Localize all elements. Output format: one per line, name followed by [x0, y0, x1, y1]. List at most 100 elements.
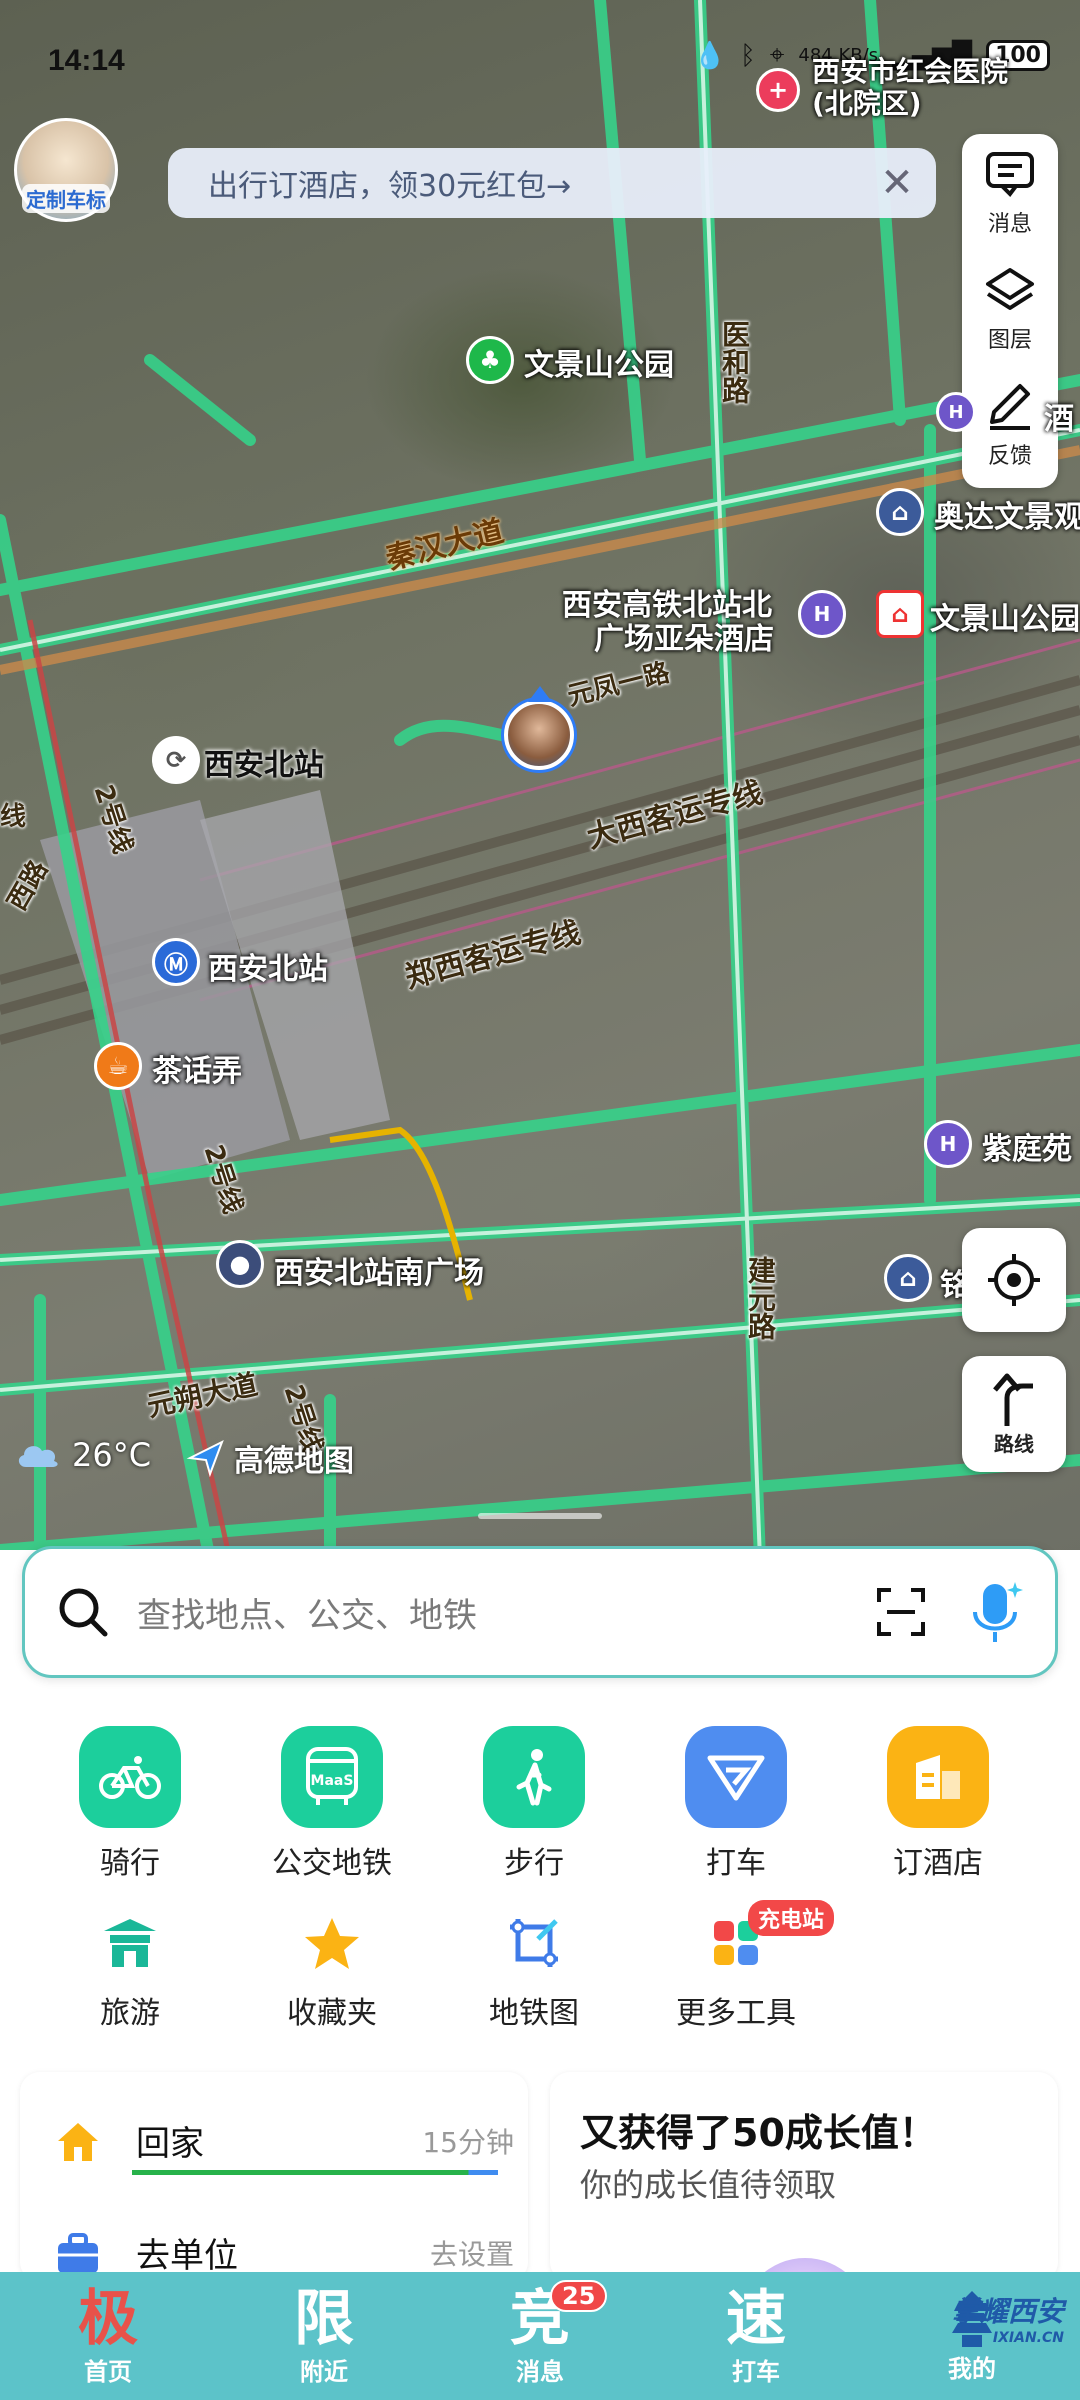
quick-action-bus[interactable]: MaaS 公交地铁	[232, 1726, 432, 1882]
quick-action-taxi[interactable]: 打车	[636, 1726, 836, 1882]
commute-card: 回家 15分钟 去单位 去设置	[20, 2072, 528, 2282]
layers-button[interactable]: 图层	[962, 250, 1058, 366]
poi-hotel-line2[interactable]: 广场亚朵酒店	[594, 614, 774, 658]
tab-taxi[interactable]: 速 打车	[648, 2272, 864, 2400]
custom-car-avatar[interactable]: 定制车标	[14, 118, 118, 222]
commute-home-traffic-bar	[132, 2170, 498, 2175]
commute-home-time: 15分钟	[422, 2125, 514, 2159]
cafe-icon[interactable]: ☕	[94, 1042, 142, 1090]
taxi-icon	[685, 1726, 787, 1828]
quick-label-bike: 骑行	[100, 1846, 160, 1881]
poi-station-metro[interactable]: 西安北站	[208, 944, 328, 988]
train-station-icon[interactable]: ⟳	[152, 736, 200, 784]
tool-favorites[interactable]: 收藏夹	[232, 1908, 432, 2032]
hotel-icon	[887, 1726, 989, 1828]
messages-button[interactable]: 消息	[962, 134, 1058, 250]
tab-messages[interactable]: 竞 消息 25	[432, 2272, 648, 2400]
road-jianyuan: 建元路	[744, 1256, 777, 1340]
map-view[interactable]: 14:14 💧 ᛒ ⌖ 484 KB/s ▂▄▆█ 100 定制车标 出行订酒店…	[0, 0, 1080, 1560]
quick-action-hotel[interactable]: 订酒店	[838, 1726, 1038, 1882]
community-icon[interactable]: ⌂	[876, 488, 924, 536]
hotel-icon[interactable]: H	[798, 590, 846, 638]
walk-icon	[483, 1726, 585, 1828]
park-icon[interactable]: ♣	[466, 336, 514, 384]
hotel-icon[interactable]: H	[936, 392, 976, 432]
tab-nearby[interactable]: 限 附近	[216, 2272, 432, 2400]
svg-text:MaaS: MaaS	[311, 1773, 354, 1789]
tab-mine-label: 我的	[948, 2354, 996, 2383]
voice-microphone-icon[interactable]	[969, 1578, 1025, 1646]
bus-icon: MaaS	[281, 1726, 383, 1828]
poi-tea[interactable]: 茶话弄	[152, 1046, 242, 1090]
commute-work-label: 去单位	[136, 2236, 238, 2276]
tab-home[interactable]: 极 首页	[0, 2272, 216, 2400]
layers-icon	[986, 268, 1034, 310]
poi-jiu[interactable]: 酒	[1044, 394, 1074, 438]
tool-more[interactable]: 充电站 更多工具	[636, 1900, 836, 2032]
poi-park-right[interactable]: 文景山公园	[930, 594, 1080, 638]
tool-label-favorites: 收藏夹	[287, 1996, 377, 2031]
tool-label-more: 更多工具	[676, 1996, 796, 2031]
status-time: 14:14	[48, 44, 125, 77]
close-icon[interactable]: ✕	[874, 160, 920, 206]
poi-south-square[interactable]: 西安北站南广场	[274, 1248, 484, 1292]
commute-home-row[interactable]: 回家 15分钟	[54, 2116, 514, 2165]
community-icon[interactable]: ⌂	[884, 1254, 932, 1302]
home-icon	[58, 2122, 98, 2161]
tab-taxi-label: 打车	[732, 2357, 780, 2386]
quick-action-walk[interactable]: 步行	[434, 1726, 634, 1882]
search-input[interactable]: 查找地点、公交、地铁	[137, 1588, 873, 1637]
commute-work-row[interactable]: 去单位 去设置	[54, 2228, 514, 2277]
square-icon[interactable]: ●	[216, 1240, 264, 1288]
hotel-icon[interactable]: H	[924, 1120, 972, 1168]
bike-icon	[79, 1726, 181, 1828]
scan-icon[interactable]	[873, 1584, 929, 1640]
poi-community[interactable]: 奥达文景观	[934, 492, 1080, 536]
weather-widget[interactable]: 26°C	[14, 1436, 151, 1474]
quick-label-taxi: 打车	[706, 1846, 766, 1881]
amap-logo-icon	[186, 1439, 224, 1478]
amap-brand-text: 高德地图	[234, 1444, 354, 1479]
promo-banner[interactable]: 出行订酒店，领30元红包→ ✕	[168, 148, 936, 218]
search-bar[interactable]: 查找地点、公交、地铁	[22, 1546, 1058, 1678]
quick-label-bus: 公交地铁	[272, 1846, 392, 1881]
message-icon	[986, 152, 1034, 198]
tab-home-glyph: 极	[78, 2283, 138, 2354]
star-icon	[297, 1908, 367, 1978]
tab-nearby-glyph: 限	[294, 2283, 354, 2354]
poi-station-north[interactable]: 西安北站	[204, 740, 324, 784]
bluetooth-icon: ᛒ	[740, 40, 756, 71]
amap-brand: 高德地图	[186, 1436, 354, 1480]
location-icon: ⌖	[769, 40, 785, 70]
weather-temp: 26°C	[72, 1436, 152, 1474]
growth-card[interactable]: 又获得了50成长值！ 你的成长值待领取	[550, 2072, 1058, 2282]
quick-action-bike[interactable]: 骑行	[30, 1726, 230, 1882]
water-drop-icon: 💧	[693, 40, 727, 71]
poi-ziting[interactable]: 紫庭苑	[982, 1124, 1072, 1168]
sheet-drag-handle[interactable]	[478, 1513, 602, 1519]
scenic-icon[interactable]: ⌂	[876, 590, 924, 638]
commute-work-setup[interactable]: 去设置	[430, 2233, 514, 2273]
route-label: 路线	[994, 1431, 1034, 1456]
bottom-tab-bar: 极 首页 限 附近 竞 消息 25 速 打车 我的	[0, 2272, 1080, 2400]
tool-travel[interactable]: 旅游	[30, 1908, 230, 2032]
road-yihe: 医和路	[718, 320, 751, 404]
messages-count-badge: 25	[550, 2280, 608, 2312]
tab-home-label: 首页	[84, 2357, 132, 2386]
poi-hospital[interactable]: 西安市红会医院(北院区)	[812, 56, 1012, 120]
quick-label-hotel: 订酒店	[893, 1846, 983, 1881]
layers-label: 图层	[987, 328, 1032, 353]
metro-icon[interactable]: Ⓜ	[152, 938, 200, 986]
route-button[interactable]: 路线	[962, 1356, 1066, 1472]
watermark-main: 掌耀西安	[951, 2295, 1064, 2328]
feedback-label: 反馈	[987, 444, 1032, 469]
hospital-icon[interactable]: +	[756, 68, 800, 112]
tab-messages-label: 消息	[516, 2357, 564, 2386]
locate-me-button[interactable]	[962, 1228, 1066, 1332]
tool-label-metro-map: 地铁图	[489, 1996, 579, 2031]
poi-park[interactable]: 文景山公园	[524, 340, 674, 384]
tab-nearby-label: 附近	[300, 2357, 348, 2386]
tool-metro-map[interactable]: 地铁图	[434, 1908, 634, 2032]
briefcase-icon	[58, 2232, 98, 2273]
user-location-marker[interactable]	[504, 686, 574, 770]
